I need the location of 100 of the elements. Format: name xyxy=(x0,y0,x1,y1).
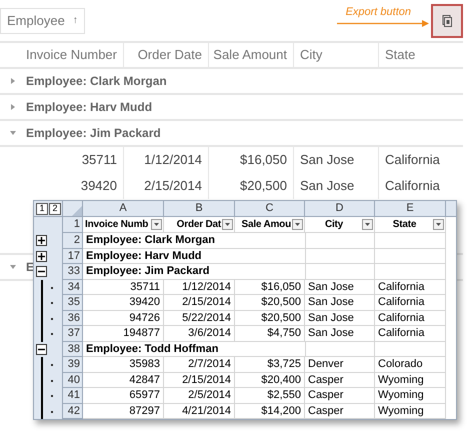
table-cell: $16,050 xyxy=(235,280,305,295)
caret-right-icon[interactable] xyxy=(10,104,16,110)
table-cell: San Jose xyxy=(305,326,375,342)
caret-down-icon xyxy=(295,223,300,226)
table-cell: $20,500 xyxy=(235,310,305,326)
plus-icon xyxy=(38,252,45,260)
table-cell: California xyxy=(375,280,446,295)
table-cell: 94726 xyxy=(83,310,164,326)
expand-button[interactable] xyxy=(36,235,47,246)
column-header[interactable]: Invoice Number xyxy=(0,43,124,67)
header-cell-text: City xyxy=(324,218,344,232)
table-cell: 2/15/2014 xyxy=(164,372,235,388)
caret-down-icon[interactable] xyxy=(10,130,16,136)
document-icon xyxy=(442,14,452,26)
table-cell: Wyoming xyxy=(375,388,446,404)
annotation-label: Export button xyxy=(346,4,411,20)
row-number: 17 xyxy=(63,248,83,264)
table-cell: $14,200 xyxy=(235,404,305,419)
row-number: 42 xyxy=(63,404,83,419)
table-cell: San Jose xyxy=(305,280,375,295)
table-cell: San Jose xyxy=(294,147,379,173)
table-cell: $2,550 xyxy=(235,388,305,404)
table-cell: 42847 xyxy=(83,372,164,388)
group-cell-text: Employee: Harv Mudd xyxy=(86,248,202,264)
table-cell: 2/7/2014 xyxy=(164,357,235,372)
caret-down-icon xyxy=(365,223,370,226)
table-cell: 35711 xyxy=(83,280,164,295)
outline-level-button[interactable]: 1 xyxy=(36,202,48,214)
table-cell: 3/6/2014 xyxy=(164,326,235,342)
header-cell-text: Invoice Numb xyxy=(85,218,150,232)
caret-down-icon xyxy=(154,223,159,226)
header-cell-text: Sale Amou xyxy=(240,218,291,232)
group-cell-text: Employee: Clark Morgan xyxy=(86,233,215,248)
filter-dropdown-button[interactable] xyxy=(151,219,162,230)
table-cell: $20,400 xyxy=(235,372,305,388)
table-cell: San Jose xyxy=(294,173,379,199)
column-letter[interactable]: C xyxy=(235,201,305,216)
table-cell: San Jose xyxy=(305,295,375,310)
table-cell: $20,500 xyxy=(235,295,305,310)
caret-down-icon xyxy=(225,223,230,226)
column-header[interactable]: Sale Amount xyxy=(209,43,294,67)
table-cell: $20,500 xyxy=(209,173,294,199)
filter-dropdown-button[interactable] xyxy=(433,219,444,230)
row-number: 1 xyxy=(63,217,83,233)
column-header[interactable]: City xyxy=(294,43,379,67)
group-header: E xyxy=(26,259,34,276)
table-cell: California xyxy=(375,310,446,326)
table-cell: 4/21/2014 xyxy=(164,404,235,419)
caret-right-icon[interactable] xyxy=(10,78,16,84)
caret-down-icon[interactable] xyxy=(10,264,16,270)
row-number: 38 xyxy=(63,342,83,357)
row-number: 36 xyxy=(63,310,83,326)
row-number: 34 xyxy=(63,280,83,295)
outline-level-button[interactable]: 2 xyxy=(49,202,61,214)
column-header[interactable]: State xyxy=(379,43,463,67)
empty-cell xyxy=(375,342,446,357)
filter-dropdown-button[interactable] xyxy=(222,219,233,230)
table-cell: Colorado xyxy=(375,357,446,372)
collapse-button[interactable] xyxy=(36,266,47,278)
filter-dropdown-button[interactable] xyxy=(292,219,303,230)
collapse-button[interactable] xyxy=(36,344,47,355)
caret-down-icon xyxy=(436,223,441,226)
table-cell: California xyxy=(375,295,446,310)
column-letter[interactable]: E xyxy=(375,201,446,216)
table-cell: 35983 xyxy=(83,357,164,372)
table-cell: 65977 xyxy=(83,388,164,404)
table-cell: Wyoming xyxy=(375,404,446,419)
table-cell: 87297 xyxy=(83,404,164,419)
table-cell: 39420 xyxy=(0,173,124,199)
table-cell-text: California xyxy=(384,151,441,170)
table-cell: 2/15/2014 xyxy=(164,295,235,310)
table-cell: Casper xyxy=(305,404,375,419)
table-cell: Casper xyxy=(305,372,375,388)
table-cell: 39420 xyxy=(83,295,164,310)
table-cell: Denver xyxy=(305,357,375,372)
table-cell: 1/12/2014 xyxy=(124,147,209,173)
column-letter[interactable]: B xyxy=(164,201,235,216)
table-cell: Wyoming xyxy=(375,372,446,388)
row-number: 33 xyxy=(63,264,83,280)
group-header: Employee: Jim Packard xyxy=(26,125,161,142)
export-button[interactable] xyxy=(431,4,463,38)
row-number: 35 xyxy=(63,295,83,310)
column-letter[interactable]: A xyxy=(83,201,164,216)
table-cell-text: California xyxy=(384,177,441,196)
header-cell-text: State xyxy=(392,218,418,232)
table-cell: Casper xyxy=(305,388,375,404)
table-cell: $4,750 xyxy=(235,326,305,342)
header-cell-text: Order Dat xyxy=(176,218,221,232)
table-cell: 35711 xyxy=(0,147,124,173)
column-header[interactable]: Order Date xyxy=(124,43,209,67)
row-number: 2 xyxy=(63,233,83,248)
plus-icon xyxy=(38,237,45,244)
row-number: 37 xyxy=(63,326,83,342)
expand-button[interactable] xyxy=(36,250,47,262)
table-cell: 1/12/2014 xyxy=(164,280,235,295)
table-cell: $16,050 xyxy=(209,147,294,173)
group-header: Employee: Clark Morgan xyxy=(26,73,167,90)
filter-dropdown-button[interactable] xyxy=(362,219,373,230)
column-letter[interactable]: D xyxy=(305,201,375,216)
sort-chip[interactable]: Employee ↑ xyxy=(0,8,85,34)
